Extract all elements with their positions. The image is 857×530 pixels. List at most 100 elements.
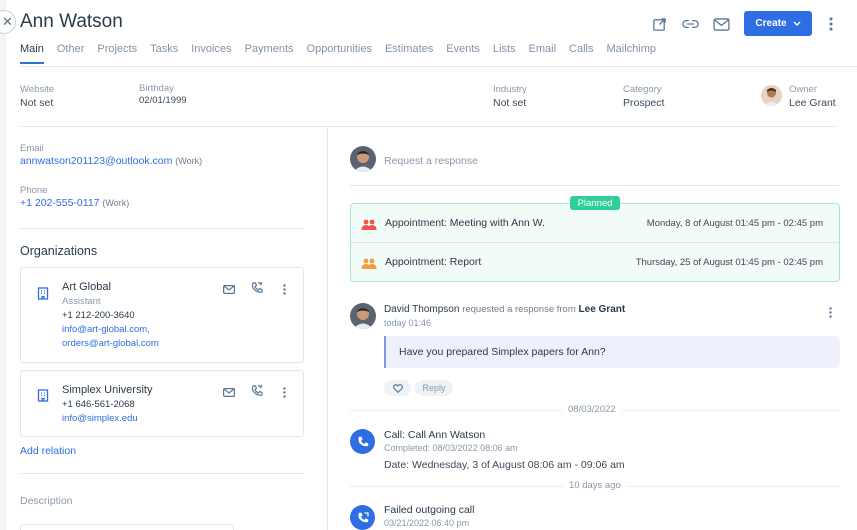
email-row: annwatson201123@outlook.com (Work) — [20, 155, 202, 167]
add-relation-link[interactable]: Add relation — [20, 445, 76, 457]
activity-more-button[interactable] — [823, 305, 837, 319]
current-user-avatar — [350, 146, 376, 172]
create-button-label: Create — [755, 18, 787, 29]
birthday-value[interactable]: 02/01/1999 — [139, 95, 187, 106]
group-icon — [361, 218, 377, 230]
tab-other[interactable]: Other — [57, 43, 85, 64]
organization-email[interactable]: info@art-global.com, — [62, 324, 150, 335]
tab-projects[interactable]: Projects — [97, 43, 137, 64]
category-value[interactable]: Prospect — [623, 97, 664, 109]
request-header: David Thompson requested a response from… — [384, 304, 625, 315]
tab-bar: Main Other Projects Tasks Invoices Payme… — [20, 43, 669, 64]
create-button[interactable]: Create — [744, 11, 812, 36]
phone-link[interactable]: +1 202-555-0117 — [20, 197, 100, 209]
appointment-title[interactable]: Appointment: Meeting with Ann W. — [385, 217, 545, 229]
outgoing-call-icon — [357, 511, 369, 522]
tab-lists[interactable]: Lists — [493, 43, 516, 64]
email-type: (Work) — [175, 156, 203, 166]
organization-email[interactable]: info@simplex.edu — [62, 413, 138, 424]
request-time: today 01:46 — [384, 318, 432, 328]
org-more-button[interactable] — [277, 282, 291, 296]
appointment-title[interactable]: Appointment: Report — [385, 256, 481, 268]
date-divider: 08/03/2022 — [562, 404, 622, 415]
tab-main[interactable]: Main — [20, 43, 44, 64]
reply-button[interactable]: Reply — [415, 380, 453, 396]
org-mail-button[interactable] — [222, 385, 236, 399]
organization-card[interactable]: Simplex University +1 646-561-2068 info@… — [20, 370, 304, 437]
tab-invoices[interactable]: Invoices — [191, 43, 231, 64]
failed-call-title[interactable]: Failed outgoing call — [384, 504, 474, 516]
phone-row: +1 202-555-0117 (Work) — [20, 197, 129, 209]
organization-card[interactable]: Art Global Assistant +1 212-200-3640 inf… — [20, 267, 304, 363]
building-icon — [34, 386, 52, 404]
like-button[interactable] — [384, 380, 411, 396]
request-author[interactable]: David Thompson — [384, 304, 459, 315]
copy-link-button[interactable] — [681, 15, 699, 33]
birthday-label: Birthday — [139, 83, 174, 94]
tab-events[interactable]: Events — [446, 43, 480, 64]
call-date: Date: Wednesday, 3 of August 08:06 am - … — [384, 459, 625, 471]
phone-icon — [251, 282, 263, 293]
tabs-divider — [20, 66, 857, 67]
request-message-text: Have you prepared Simplex papers for Ann… — [399, 346, 606, 358]
owner-label: Owner — [789, 84, 817, 95]
website-value[interactable]: Not set — [20, 97, 53, 109]
organization-name[interactable]: Simplex University — [62, 384, 152, 396]
tab-calls[interactable]: Calls — [569, 43, 593, 64]
failed-call-time: 03/21/2022 06:40 pm — [384, 518, 470, 528]
organization-email-2[interactable]: orders@art-global.com — [62, 338, 159, 349]
phone-label: Phone — [20, 185, 48, 196]
contact-divider — [20, 228, 304, 229]
tab-mailchimp[interactable]: Mailchimp — [606, 43, 656, 64]
org-call-button[interactable] — [250, 281, 264, 295]
tab-payments[interactable]: Payments — [245, 43, 294, 64]
email-link[interactable]: annwatson201123@outlook.com — [20, 155, 172, 167]
tab-opportunities[interactable]: Opportunities — [307, 43, 372, 64]
background-page-edge — [0, 0, 6, 530]
request-target[interactable]: Lee Grant — [579, 304, 626, 315]
phone-type: (Work) — [102, 198, 130, 208]
more-vertical-icon — [282, 283, 286, 295]
request-action-text: requested a response from — [462, 304, 576, 315]
call-title[interactable]: Call: Call Ann Watson — [384, 429, 485, 441]
more-vertical-icon — [828, 306, 832, 318]
heart-icon — [392, 383, 403, 393]
owner-value[interactable]: Lee Grant — [789, 97, 836, 109]
appointment-separator — [351, 242, 839, 243]
website-label: Website — [20, 84, 55, 95]
owner-avatar[interactable] — [761, 85, 782, 106]
close-panel-button[interactable]: ✕ — [0, 10, 16, 34]
description-field[interactable] — [20, 524, 234, 530]
column-divider — [327, 127, 328, 530]
call-completed: Completed: 08/03/2022 08:06 am — [384, 443, 518, 453]
tab-tasks[interactable]: Tasks — [150, 43, 178, 64]
tab-estimates[interactable]: Estimates — [385, 43, 433, 64]
feed-divider — [350, 185, 840, 186]
org-mail-button[interactable] — [222, 282, 236, 296]
org-more-button[interactable] — [277, 385, 291, 399]
industry-value[interactable]: Not set — [493, 97, 526, 109]
send-email-button[interactable] — [712, 15, 730, 33]
more-vertical-icon — [282, 386, 286, 398]
tab-email[interactable]: Email — [529, 43, 557, 64]
mail-icon — [712, 17, 730, 31]
organization-name[interactable]: Art Global — [62, 281, 111, 293]
category-label: Category — [623, 84, 662, 95]
appointment-date: Thursday, 25 of August 01:45 pm - 02:45 … — [635, 257, 823, 268]
request-response-input[interactable]: Request a response — [384, 155, 478, 167]
chevron-down-icon — [793, 21, 801, 26]
close-icon: ✕ — [2, 14, 13, 29]
more-actions-button[interactable] — [825, 15, 837, 33]
industry-label: Industry — [493, 84, 527, 95]
date-divider: 10 days ago — [563, 480, 627, 491]
org-call-button[interactable] — [250, 384, 264, 398]
link-icon — [681, 19, 699, 29]
relations-divider — [20, 473, 304, 474]
organization-role: Assistant — [62, 296, 101, 307]
open-external-button[interactable] — [650, 15, 668, 33]
more-vertical-icon — [829, 17, 833, 31]
phone-icon — [357, 436, 368, 446]
organization-phone[interactable]: +1 212-200-3640 — [62, 310, 135, 321]
mail-icon — [223, 387, 235, 397]
organization-phone[interactable]: +1 646-561-2068 — [62, 399, 135, 410]
